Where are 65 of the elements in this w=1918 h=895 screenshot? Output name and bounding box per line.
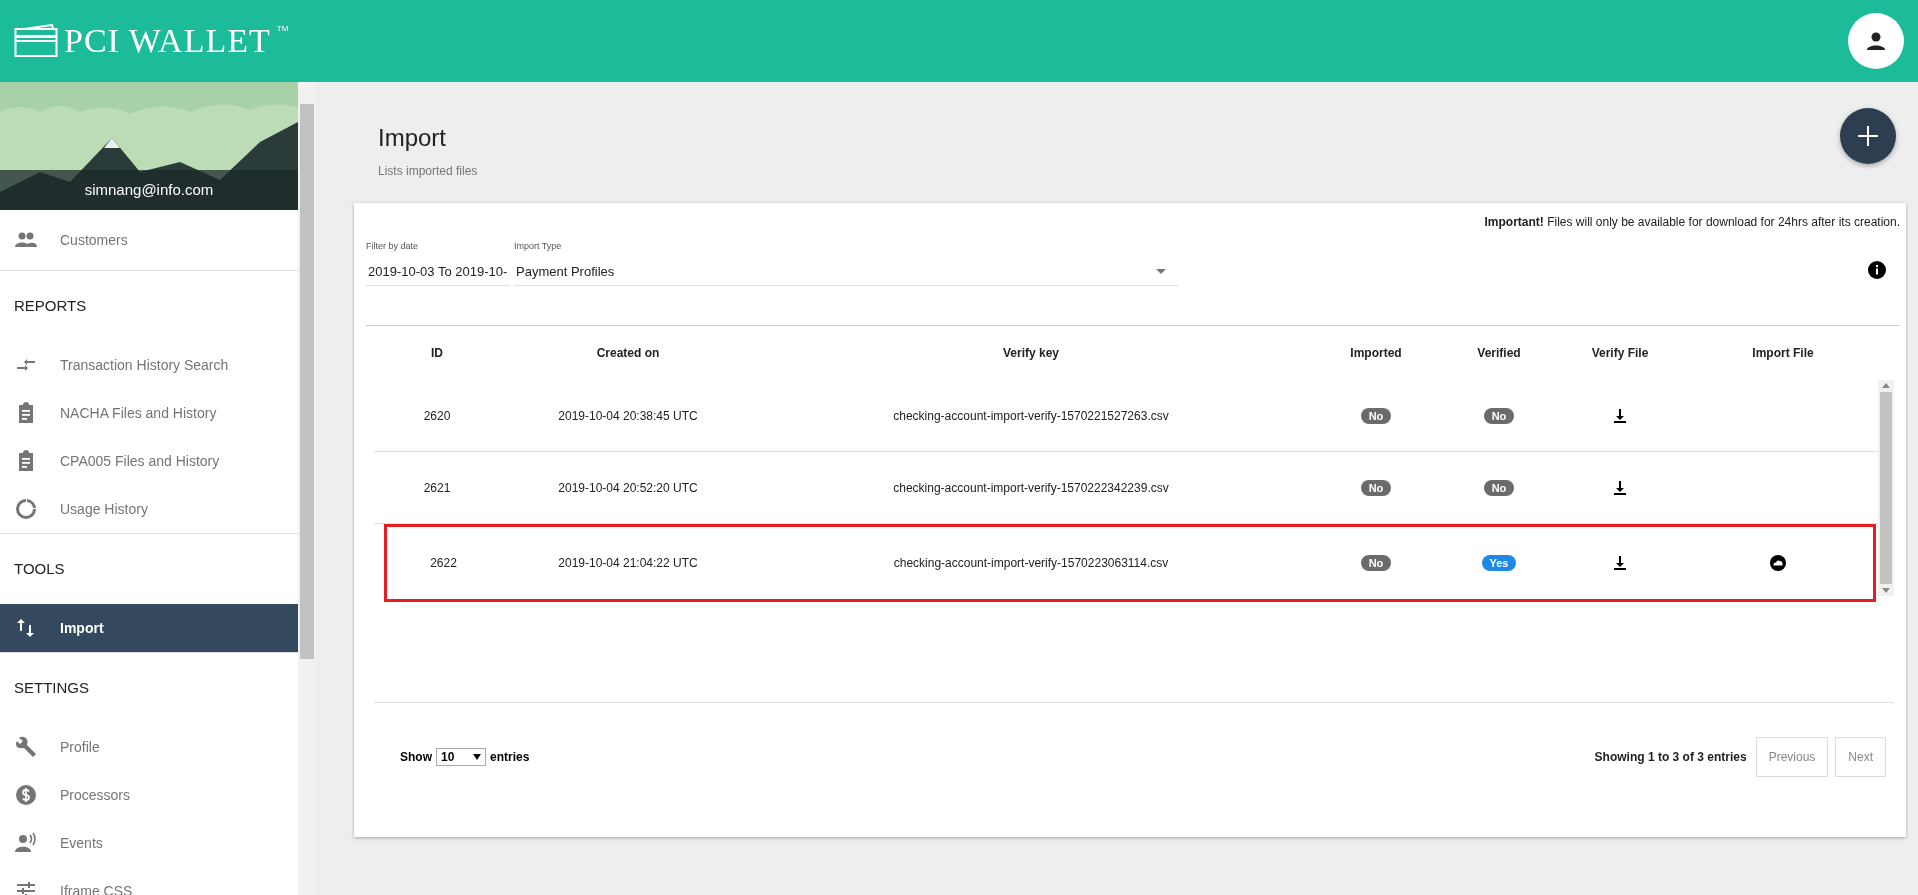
entries-label: entries bbox=[490, 750, 530, 764]
status-badge: No bbox=[1360, 479, 1392, 496]
caret-icon bbox=[473, 754, 481, 760]
card-logo-icon bbox=[14, 24, 58, 58]
status-badge: No bbox=[1483, 407, 1515, 424]
cloud-icon[interactable] bbox=[1770, 555, 1786, 571]
table-scrollbar[interactable] bbox=[1878, 380, 1894, 596]
sidebar-item[interactable]: Import bbox=[0, 604, 298, 652]
table-cell-text: 2019-10-04 20:52:20 UTC bbox=[557, 480, 699, 495]
column-header: Verify key bbox=[1001, 346, 1060, 360]
section-heading: SETTINGS bbox=[13, 678, 90, 698]
table-cell-text: 2621 bbox=[422, 480, 452, 495]
sidebar-item[interactable]: Profile bbox=[0, 723, 298, 771]
status-badge: Yes bbox=[1481, 555, 1517, 571]
page-size-select[interactable]: 10 bbox=[436, 748, 486, 766]
sidebar-item[interactable]: CPA005 Files and History bbox=[0, 437, 298, 485]
entries-summary: Showing 1 to 3 of 3 entries bbox=[1594, 750, 1747, 764]
section-heading: TOOLS bbox=[13, 559, 66, 579]
section-heading: REPORTS bbox=[13, 296, 88, 316]
column-header: Created on bbox=[595, 346, 661, 360]
column-header: Imported bbox=[1349, 346, 1403, 360]
sidebar-item[interactable]: Transaction History Search bbox=[0, 341, 298, 389]
user-email: simnang@info.com bbox=[83, 181, 215, 198]
show-label: Show bbox=[400, 750, 432, 764]
sidebar-item[interactable]: Customers bbox=[0, 210, 298, 270]
download-icon[interactable] bbox=[1614, 556, 1626, 570]
logo-text: PCI WALLET bbox=[64, 22, 271, 60]
column-header: ID bbox=[430, 346, 444, 360]
table-cell-text: checking-account-import-verify-1570222342239.csv bbox=[892, 480, 1170, 495]
wrench-icon bbox=[14, 735, 38, 759]
notice-text: Important! Files will only be available for download for 24hrs after its creation. bbox=[1483, 215, 1900, 229]
sidebar-item[interactable]: Processors bbox=[0, 771, 298, 819]
trademark: TM bbox=[276, 24, 289, 33]
caret-icon bbox=[1156, 269, 1166, 274]
table-cell-text: checking-account-import-verify-1570221527263.csv bbox=[892, 408, 1170, 423]
status-badge: No bbox=[1483, 479, 1515, 496]
page-subtitle: Lists imported files bbox=[378, 164, 478, 178]
table-cell-text: 2019-10-04 20:38:45 UTC bbox=[557, 408, 699, 423]
column-header: Verify File bbox=[1590, 346, 1650, 360]
column-header: Verified bbox=[1476, 346, 1522, 360]
column-header: Import File bbox=[1751, 346, 1815, 360]
table-cell-text: 2622 bbox=[429, 556, 458, 570]
add-button[interactable] bbox=[1840, 108, 1896, 164]
field-label: Filter by date bbox=[366, 241, 420, 251]
plus-icon bbox=[1858, 126, 1878, 146]
sidebar-item[interactable]: NACHA Files and History bbox=[0, 389, 298, 437]
status-badge: No bbox=[1360, 555, 1392, 571]
scroll-down-icon[interactable] bbox=[1882, 588, 1890, 593]
scroll-up-icon[interactable] bbox=[1882, 383, 1890, 388]
download-icon[interactable] bbox=[1614, 408, 1626, 423]
speaking-person-icon bbox=[14, 831, 38, 855]
download-icon[interactable] bbox=[1614, 480, 1626, 495]
user-avatar-button[interactable] bbox=[1848, 13, 1904, 69]
table-cell-text: 2620 bbox=[422, 408, 452, 423]
ring-icon bbox=[14, 497, 38, 521]
sidebar-item[interactable]: Events bbox=[0, 819, 298, 867]
page-title: Import bbox=[378, 124, 447, 152]
table-cell-text: 2019-10-04 21:04:22 UTC bbox=[557, 556, 699, 570]
dollar-icon bbox=[14, 783, 38, 807]
status-badge: No bbox=[1360, 407, 1392, 424]
sidebar-item[interactable]: Usage History bbox=[0, 485, 298, 533]
table-cell-text: checking-account-import-verify-1570223063114.csv bbox=[892, 556, 1170, 570]
import-type-select[interactable]: Payment Profiles bbox=[514, 261, 1178, 286]
info-icon[interactable] bbox=[1868, 261, 1886, 279]
field-label: Import Type bbox=[514, 241, 563, 251]
